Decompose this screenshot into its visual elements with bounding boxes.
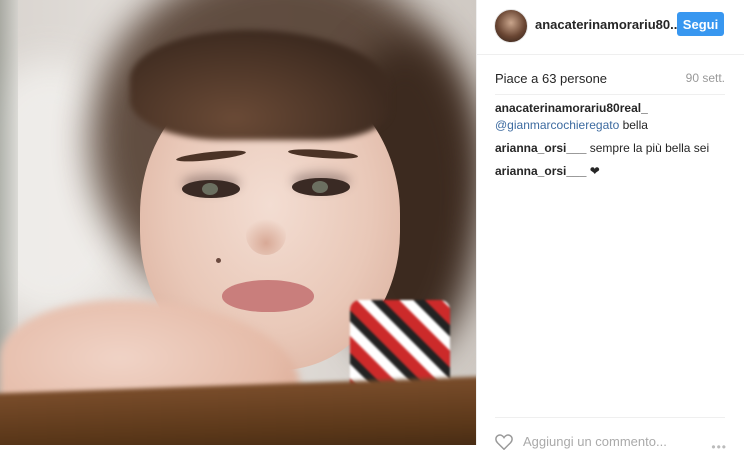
comment-item: arianna_orsi___ sempre la più bella sei bbox=[495, 140, 727, 157]
post-header: anacaterinamorariu80... Segui bbox=[477, 0, 744, 55]
photo-eye-left bbox=[182, 180, 240, 198]
comment-bar: Aggiungi un commento... ••• bbox=[495, 430, 727, 454]
photo-mole bbox=[216, 258, 221, 263]
comment-text: sempre la più bella sei bbox=[586, 141, 710, 155]
photo-nose bbox=[246, 215, 286, 255]
comment-list: anacaterinamorariu80real_ @gianmarcochie… bbox=[495, 100, 727, 186]
comment-item: arianna_orsi___ ❤ bbox=[495, 163, 727, 180]
divider bbox=[495, 94, 725, 95]
comment-item: anacaterinamorariu80real_ @gianmarcochie… bbox=[495, 100, 727, 134]
add-comment-input[interactable]: Aggiungi un commento... bbox=[523, 434, 667, 449]
post-photo[interactable] bbox=[0, 0, 476, 445]
photo-eye-right bbox=[292, 178, 350, 196]
post-timestamp[interactable]: 90 sett. bbox=[686, 71, 725, 85]
comment-username[interactable]: anacaterinamorariu80real_ bbox=[495, 101, 648, 115]
photo-lips bbox=[222, 280, 314, 312]
comment-text: bella bbox=[619, 118, 648, 132]
follow-button[interactable]: Segui bbox=[677, 12, 724, 36]
avatar[interactable] bbox=[494, 9, 528, 43]
comment-username[interactable]: arianna_orsi___ bbox=[495, 164, 586, 178]
more-options-icon[interactable]: ••• bbox=[711, 440, 727, 454]
post-side-panel: anacaterinamorariu80... Segui Piace a 63… bbox=[476, 0, 744, 454]
heart-icon[interactable] bbox=[495, 434, 513, 450]
comment-username[interactable]: arianna_orsi___ bbox=[495, 141, 586, 155]
comment-mention[interactable]: @gianmarcochieregato bbox=[495, 118, 619, 132]
comment-text: ❤ bbox=[586, 164, 600, 178]
post-username[interactable]: anacaterinamorariu80... bbox=[535, 17, 681, 32]
likes-count[interactable]: Piace a 63 persone bbox=[495, 71, 607, 86]
divider bbox=[495, 417, 725, 418]
